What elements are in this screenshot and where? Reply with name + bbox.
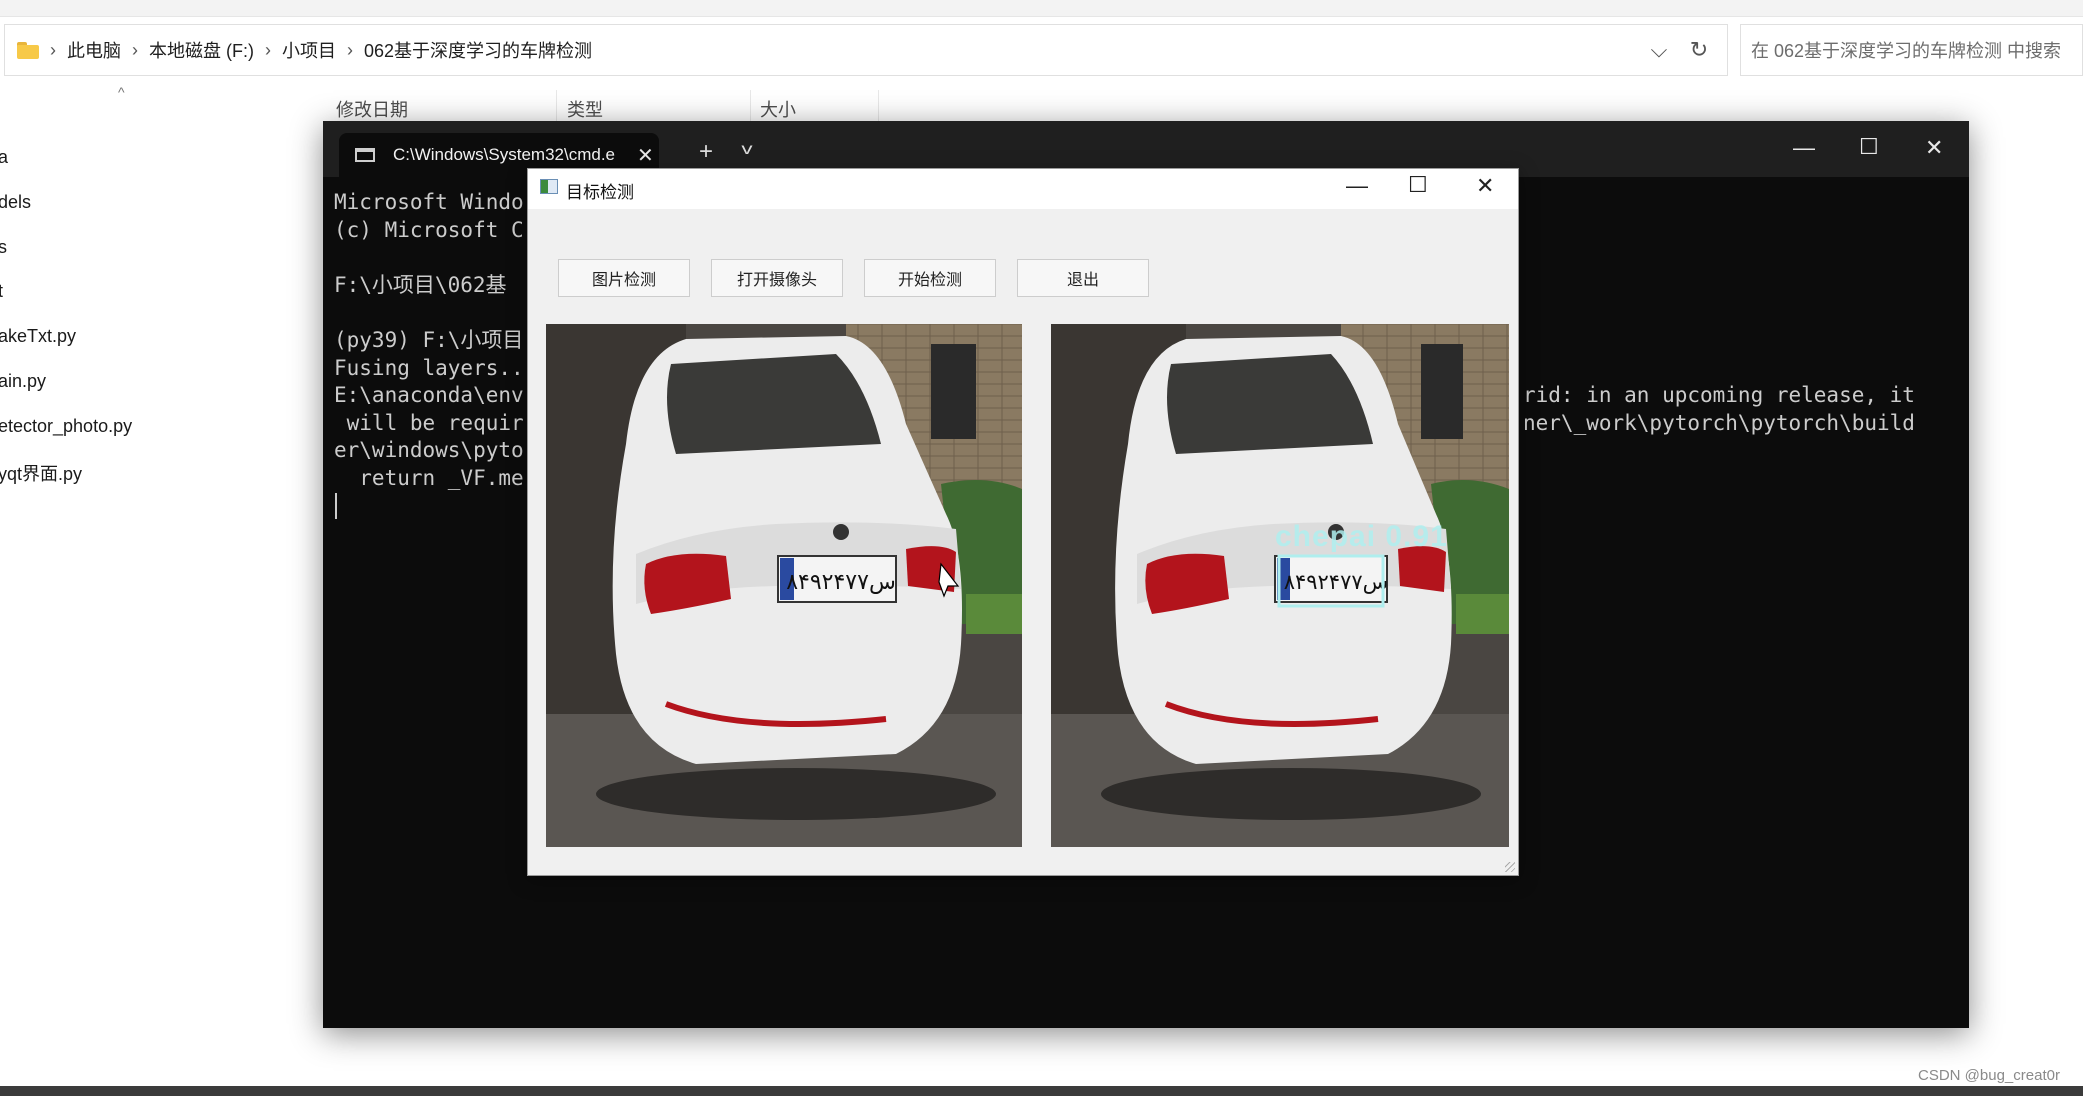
- breadcrumb-small-projects[interactable]: 小项目: [282, 37, 336, 63]
- dialog-title: 目标检测: [566, 183, 634, 202]
- file-item[interactable]: ain.py: [0, 371, 46, 392]
- terminal-line: ner\_work\pytorch\pytorch\build: [1523, 410, 1915, 435]
- open-camera-button[interactable]: 打开摄像头: [711, 259, 843, 297]
- terminal-line: (c) Microsoft C: [334, 217, 524, 242]
- chevron-right-icon[interactable]: ›: [265, 40, 271, 61]
- column-header-modified[interactable]: 修改日期: [336, 96, 408, 122]
- close-icon[interactable]: ✕: [1476, 173, 1494, 199]
- cmd-icon: [355, 148, 375, 162]
- terminal-line: (py39) F:\小项目: [334, 327, 524, 352]
- license-plate-text: ۸۴س۹۲۴۷۷: [1284, 570, 1389, 594]
- address-bar[interactable]: › 此电脑 › 本地磁盘 (F:) › 小项目 › 062基于深度学习的车牌检测…: [4, 24, 1728, 76]
- terminal-line: return _VF.me: [334, 465, 524, 490]
- chevron-up-icon[interactable]: ^: [118, 84, 125, 100]
- resize-grip[interactable]: [1505, 862, 1515, 872]
- car-photo-detected: ۸۴س۹۲۴۷۷: [1051, 324, 1509, 847]
- taskbar-edge: [0, 1086, 2083, 1096]
- refresh-icon[interactable]: ↻: [1679, 30, 1719, 70]
- terminal-cursor: [335, 493, 337, 519]
- close-icon[interactable]: ✕: [1925, 135, 1943, 161]
- terminal-line: er\windows\pyto: [334, 438, 524, 463]
- detection-result-image: ۸۴س۹۲۴۷۷ chepai 0.91: [1051, 324, 1509, 847]
- breadcrumb-local-disk[interactable]: 本地磁盘 (F:): [149, 37, 254, 63]
- terminal-line: Microsoft Windo: [334, 190, 524, 214]
- start-detect-button[interactable]: 开始检测: [864, 259, 996, 297]
- watermark: CSDN @bug_creat0r: [1918, 1067, 2060, 1084]
- column-header-type[interactable]: 类型: [567, 96, 603, 122]
- chevron-right-icon[interactable]: ›: [347, 40, 353, 61]
- minimize-icon[interactable]: —: [1793, 135, 1815, 161]
- exit-button[interactable]: 退出: [1017, 259, 1149, 297]
- minimize-icon[interactable]: —: [1346, 173, 1368, 199]
- terminal-line: E:\anaconda\env: [334, 383, 524, 408]
- license-plate-text: ۸۴س۹۲۴۷۷: [786, 570, 896, 595]
- chevron-right-icon[interactable]: ›: [50, 40, 56, 61]
- car-photo: ۸۴س۹۲۴۷۷: [546, 324, 1022, 847]
- detection-dialog[interactable]: 目标检测 — ☐ ✕ 图片检测 打开摄像头 开始检测 退出 ۸۴س۹۲۴۷۷ ۸…: [527, 168, 1519, 876]
- image-detect-button[interactable]: 图片检测: [558, 259, 690, 297]
- dialog-titlebar[interactable]: 目标检测 — ☐ ✕: [528, 169, 1518, 209]
- file-item[interactable]: s: [0, 237, 7, 258]
- maximize-icon[interactable]: ☐: [1859, 134, 1879, 160]
- terminal-tab-title: C:\Windows\System32\cmd.e: [393, 145, 616, 164]
- chevron-down-icon[interactable]: ⌵: [1639, 30, 1679, 70]
- file-item[interactable]: yqt界面.py: [0, 460, 82, 486]
- breadcrumb-this-pc[interactable]: 此电脑: [67, 37, 121, 63]
- terminal-line: F:\小项目\062基: [334, 272, 507, 297]
- chevron-right-icon[interactable]: ›: [132, 40, 138, 61]
- terminal-line: will be requir: [334, 410, 524, 435]
- close-icon[interactable]: ✕: [637, 143, 654, 168]
- original-image: ۸۴س۹۲۴۷۷: [546, 324, 1022, 847]
- search-input[interactable]: 在 062基于深度学习的车牌检测 中搜索: [1740, 24, 2083, 76]
- terminal-output: Microsoft Windo (c) Microsoft C F:\小项目\06…: [334, 189, 524, 493]
- file-item[interactable]: etector_photo.py: [0, 416, 132, 437]
- chevron-down-icon[interactable]: v: [741, 141, 752, 159]
- app-icon: [540, 179, 558, 194]
- maximize-icon[interactable]: ☐: [1408, 172, 1428, 198]
- breadcrumb-current-folder[interactable]: 062基于深度学习的车牌检测: [364, 37, 592, 63]
- file-item[interactable]: akeTxt.py: [0, 326, 76, 347]
- explorer-top-strip: [0, 0, 2083, 17]
- terminal-line: rid: in an upcoming release, it: [1523, 383, 1915, 407]
- file-item[interactable]: dels: [0, 192, 31, 213]
- file-item[interactable]: t: [0, 281, 3, 302]
- detection-label: chepai 0.91: [1275, 520, 1448, 553]
- folder-icon: [17, 41, 39, 59]
- terminal-output-right: rid: in an upcoming release, it ner\_work…: [1523, 382, 1915, 437]
- file-item[interactable]: a: [0, 147, 8, 168]
- plus-icon[interactable]: +: [699, 138, 713, 166]
- column-header-size[interactable]: 大小: [760, 96, 796, 122]
- terminal-line: Fusing layers..: [334, 355, 524, 380]
